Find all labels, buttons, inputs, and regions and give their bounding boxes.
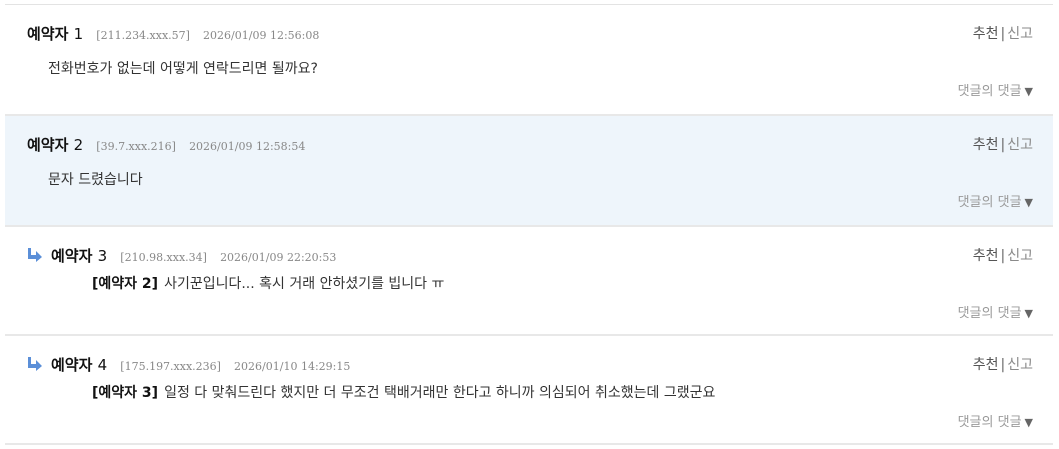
reply-item: 예약자 3 [210.98.xxx.34] 2026/01/09 22:20:5… [5, 227, 1053, 336]
author-name: 예약자 [27, 25, 69, 43]
comment-author[interactable]: 예약자 1 [27, 25, 83, 43]
triangle-down-icon: ▼ [1024, 196, 1033, 209]
reply-mention: [예약자 2] [92, 276, 159, 292]
recommend-button[interactable]: 추천 [973, 26, 999, 42]
reply-toggle-label: 댓글의 댓글 [957, 415, 1022, 430]
reply-toggle-label: 댓글의 댓글 [957, 306, 1022, 321]
comment-header: 예약자 2 [39.7.xxx.216] 2026/01/09 12:58:54 [27, 134, 1053, 156]
comment-actions: 추천 | 신고 [973, 354, 1033, 374]
action-separator: | [1000, 248, 1006, 264]
comment-author[interactable]: 예약자 3 [51, 247, 107, 265]
reply-toggle-button[interactable]: 댓글의 댓글 ▼ [958, 302, 1033, 321]
comment-actions: 추천 | 신고 [973, 245, 1033, 265]
reply-item: 예약자 4 [175.197.xxx.236] 2026/01/10 14:29… [5, 336, 1053, 445]
comment-item-highlighted: 예약자 2 [39.7.xxx.216] 2026/01/09 12:58:54… [5, 116, 1053, 227]
report-button[interactable]: 신고 [1007, 248, 1033, 264]
recommend-button[interactable]: 추천 [973, 137, 999, 153]
action-separator: | [1000, 137, 1006, 153]
report-button[interactable]: 신고 [1007, 357, 1033, 373]
comment-ip: [175.197.xxx.236] [120, 360, 221, 373]
author-name: 예약자 [51, 356, 93, 374]
reply-mention: [예약자 3] [92, 385, 159, 401]
author-name: 예약자 [51, 247, 93, 265]
comment-ip: [39.7.xxx.216] [96, 140, 176, 153]
reply-arrow-icon [28, 357, 42, 371]
comment-text: 문자 드렸습니다 [48, 172, 143, 188]
recommend-button[interactable]: 추천 [973, 248, 999, 264]
comment-header: 예약자 3 [210.98.xxx.34] 2026/01/09 22:20:5… [28, 245, 1053, 267]
action-separator: | [1000, 357, 1006, 373]
recommend-button[interactable]: 추천 [973, 357, 999, 373]
reply-toggle-button[interactable]: 댓글의 댓글 ▼ [958, 191, 1033, 210]
triangle-down-icon: ▼ [1024, 307, 1033, 320]
author-name: 예약자 [27, 136, 69, 154]
author-number: 4 [97, 356, 108, 374]
reply-toggle-button[interactable]: 댓글의 댓글 ▼ [958, 80, 1033, 99]
reply-toggle-label: 댓글의 댓글 [957, 195, 1022, 210]
comment-ip: [210.98.xxx.34] [120, 251, 207, 264]
comment-item: 예약자 1 [211.234.xxx.57] 2026/01/09 12:56:… [5, 5, 1053, 116]
comment-text: [예약자 2] 사기꾼입니다... 혹시 거래 안하셨기를 빕니다 ㅠ [92, 273, 444, 293]
comment-header: 예약자 4 [175.197.xxx.236] 2026/01/10 14:29… [28, 354, 1053, 376]
comment-author[interactable]: 예약자 2 [27, 136, 83, 154]
comment-header: 예약자 1 [211.234.xxx.57] 2026/01/09 12:56:… [27, 23, 1053, 45]
author-number: 2 [73, 136, 84, 154]
comment-date: 2026/01/09 12:58:54 [189, 140, 306, 153]
comment-list: 예약자 1 [211.234.xxx.57] 2026/01/09 12:56:… [0, 0, 1059, 449]
comment-actions: 추천 | 신고 [973, 23, 1033, 43]
comment-ip: [211.234.xxx.57] [96, 29, 190, 42]
author-number: 1 [73, 25, 84, 43]
reply-arrow-icon [28, 248, 42, 262]
reply-toggle-button[interactable]: 댓글의 댓글 ▼ [958, 411, 1033, 430]
reply-toggle-label: 댓글의 댓글 [957, 84, 1022, 99]
comment-date: 2026/01/09 12:56:08 [203, 29, 320, 42]
triangle-down-icon: ▼ [1024, 85, 1033, 98]
triangle-down-icon: ▼ [1024, 416, 1033, 429]
comment-text: 전화번호가 없는데 어떻게 연락드리면 될까요? [48, 61, 318, 77]
action-separator: | [1000, 26, 1006, 42]
comment-text: [예약자 3] 일정 다 맞춰드린다 했지만 더 무조건 택배거래만 한다고 하니… [92, 382, 715, 402]
author-number: 3 [97, 247, 108, 265]
report-button[interactable]: 신고 [1007, 26, 1033, 42]
report-button[interactable]: 신고 [1007, 137, 1033, 153]
comment-actions: 추천 | 신고 [973, 134, 1033, 154]
comment-date: 2026/01/10 14:29:15 [234, 360, 351, 373]
comment-author[interactable]: 예약자 4 [51, 356, 107, 374]
reply-text: 사기꾼입니다... 혹시 거래 안하셨기를 빕니다 ㅠ [164, 276, 445, 292]
reply-text: 일정 다 맞춰드린다 했지만 더 무조건 택배거래만 한다고 하니까 의심되어 … [164, 385, 716, 401]
comment-date: 2026/01/09 22:20:53 [220, 251, 337, 264]
